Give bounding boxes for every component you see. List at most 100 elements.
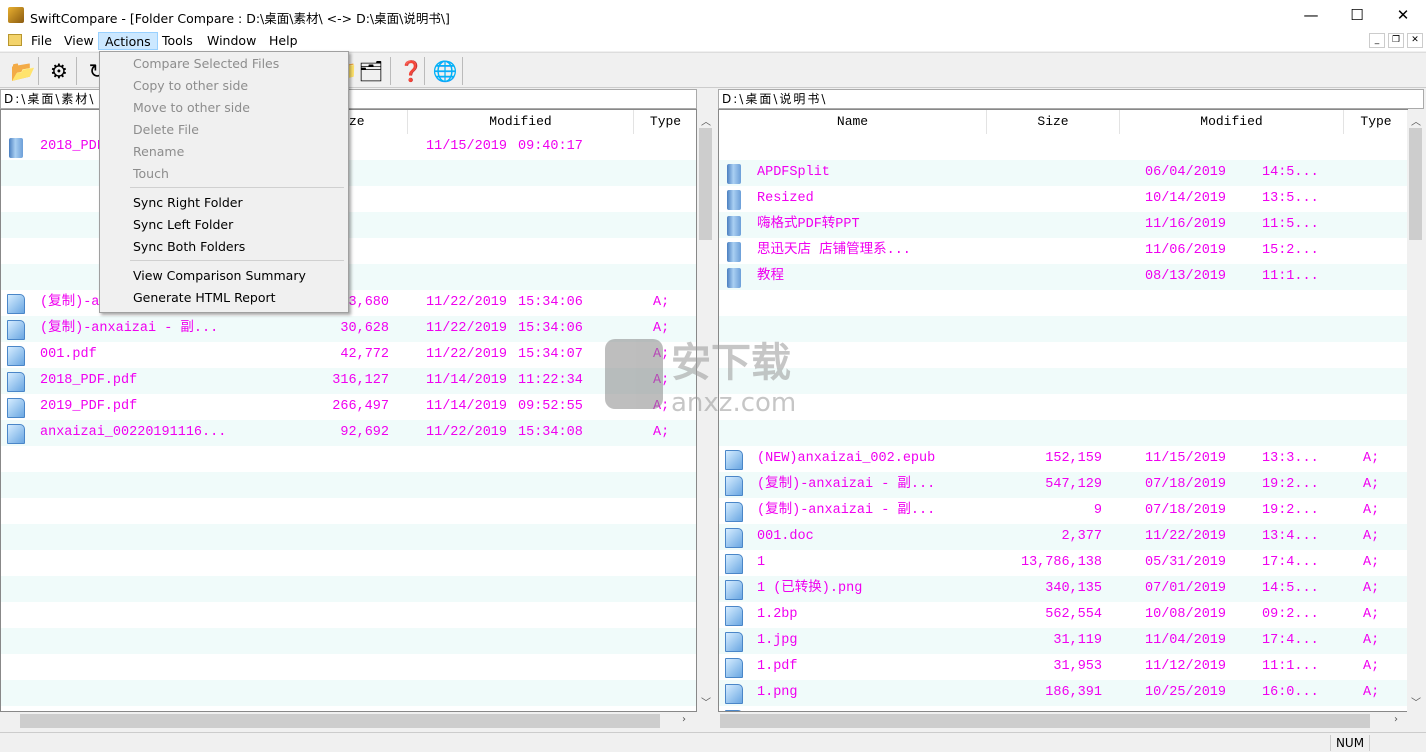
menu-item-touch: Touch [133, 166, 169, 181]
column-header-modified[interactable]: Modified [408, 110, 634, 134]
modified-time: 15:34:08 [518, 425, 583, 440]
sync-folder-button[interactable]: 🗂 [356, 57, 386, 85]
list-item[interactable]: 1.pdf 31,953 11/12/2019 11:1... A; [719, 654, 1407, 680]
list-item[interactable]: (NEW)anxaizai_002.epub 152,159 11/15/2019 1… [719, 446, 1407, 472]
file-type: A; [1363, 659, 1380, 674]
menu-help[interactable]: Help [263, 32, 304, 50]
menu-tools[interactable]: Tools [156, 32, 199, 50]
left-horizontal-scrollbar[interactable]: › [0, 712, 697, 730]
list-item[interactable]: Resized 10/14/2019 13:5... [719, 186, 1407, 212]
menu-window[interactable]: Window [201, 32, 262, 50]
file-icon [7, 320, 25, 340]
modified-time: 14:5... [1262, 581, 1319, 596]
file-icon [7, 398, 25, 418]
file-size: 31,953 [1053, 659, 1102, 674]
menu-item-sync-left-folder[interactable]: Sync Left Folder [133, 214, 233, 236]
file-name: APDFSplit [757, 165, 830, 180]
list-item[interactable]: 嗨格式PDF转PPT 11/16/2019 11:5... [719, 212, 1407, 238]
scroll-right-icon[interactable]: › [1394, 714, 1398, 725]
modified-time: 09:40:17 [518, 139, 583, 154]
column-header-size[interactable]: Size [987, 110, 1120, 134]
file-size: 42,772 [340, 347, 389, 362]
modified-date: 10/14/2019 [1145, 191, 1227, 206]
watermark-subtext: anxz.com [671, 388, 797, 418]
modified-date: 10/08/2019 [1145, 607, 1227, 622]
list-item[interactable]: APDFSplit 06/04/2019 14:5... [719, 160, 1407, 186]
list-item[interactable]: 1.jpg 31,119 11/04/2019 17:4... A; [719, 628, 1407, 654]
menu-item-compare-selected-files: Compare Selected Files [133, 56, 280, 71]
scroll-thumb[interactable] [699, 128, 712, 240]
right-vertical-scrollbar[interactable]: ︿ ﹀ [1407, 110, 1424, 712]
mdi-minimize-button[interactable]: _ [1369, 33, 1385, 48]
list-item[interactable]: 教程 08/13/2019 11:1... [719, 264, 1407, 290]
column-header-type[interactable]: Type [634, 110, 696, 134]
maximize-button[interactable]: ☐ [1334, 0, 1380, 31]
menu-item-move-to-other-side: Move to other side [133, 100, 250, 115]
column-header-modified[interactable]: Modified [1120, 110, 1344, 134]
menu-view[interactable]: View [58, 32, 100, 50]
file-icon [725, 606, 743, 626]
list-item[interactable]: 2019_PDF.pdf 266,497 11/14/2019 09:52:55 A; [1, 394, 696, 420]
menu-file[interactable]: File [25, 32, 58, 50]
menu-actions[interactable]: Actions [98, 32, 158, 50]
empty-row [1, 446, 696, 472]
file-size: 13,786,138 [1020, 555, 1102, 570]
watermark-text: 安下载 [671, 340, 791, 386]
file-icon [7, 346, 25, 366]
open-folder-button[interactable]: 📂 [8, 57, 38, 85]
column-header-type[interactable]: Type [1344, 110, 1407, 134]
file-name: 1.png [757, 685, 798, 700]
list-item[interactable]: 1 13,786,138 05/31/2019 17:4... A; [719, 550, 1407, 576]
right-horizontal-scrollbar[interactable]: › [718, 712, 1408, 730]
scroll-down-icon[interactable]: ﹀ [701, 694, 711, 709]
html-report-button[interactable]: 🌐 [430, 57, 460, 85]
empty-row [1, 602, 696, 628]
modified-time: 15:2... [1262, 243, 1319, 258]
file-size: 30,628 [340, 321, 389, 336]
list-item[interactable]: (复制)-anxaizai - 副... 30,628 11/22/2019 15:3… [1, 316, 696, 342]
mdi-restore-button[interactable]: ❐ [1388, 33, 1404, 48]
modified-time: 13:4... [1262, 529, 1319, 544]
list-item[interactable]: 1.png 186,391 10/25/2019 16:0... A; [719, 680, 1407, 706]
file-name: 001.pdf [40, 347, 97, 362]
menu-item-sync-both-folders[interactable]: Sync Both Folders [133, 236, 245, 258]
modified-date: 11/22/2019 [426, 321, 508, 336]
file-type: A; [1363, 685, 1380, 700]
modified-date: 11/22/2019 [426, 425, 508, 440]
list-item[interactable]: 001.pdf42,77211/22/201915:34:07A; [1, 342, 696, 368]
file-name: 思迅天店 店铺管理系... [757, 243, 911, 258]
help-book-icon: ❓ [398, 59, 424, 83]
modified-date: 11/22/2019 [426, 295, 508, 310]
scroll-right-icon[interactable]: › [682, 714, 686, 725]
file-size: 316,127 [332, 373, 389, 388]
file-icon [7, 294, 25, 314]
right-file-list[interactable]: Name Size Modified Type APDFSplit 06/04/2019 1… [718, 109, 1408, 712]
file-size: 152,159 [1045, 451, 1102, 466]
close-button[interactable]: ✕ [1380, 0, 1426, 31]
list-item[interactable]: 1.2bp 562,554 10/08/2019 09:2... A; [719, 602, 1407, 628]
menu-item-view-comparison-summary[interactable]: View Comparison Summary [133, 265, 306, 287]
file-size: 9 [1093, 503, 1102, 518]
settings-button[interactable]: ⚙ [44, 57, 74, 85]
file-size: 547,129 [1045, 477, 1102, 492]
column-header-name[interactable]: Name [719, 110, 987, 134]
list-item[interactable]: anxaizai_00220191116... 92,692 11/22/2019 1… [1, 420, 696, 446]
scroll-up-icon[interactable]: ︿ [701, 113, 711, 128]
scroll-up-icon[interactable]: ︿ [1411, 113, 1421, 128]
scroll-thumb[interactable] [20, 714, 660, 728]
folder-icon [9, 138, 23, 158]
list-item[interactable]: 思迅天店 店铺管理系... 11/06/2019 15:2... [719, 238, 1407, 264]
list-item[interactable]: 2018_PDF.pdf316,12711/14/201911:22:34A; [1, 368, 696, 394]
menu-item-sync-right-folder[interactable]: Sync Right Folder [133, 192, 243, 214]
list-item[interactable]: 1 (已转换).png 340,135 07/01/2019 14:5... A; [719, 576, 1407, 602]
scroll-down-icon[interactable]: ﹀ [1411, 694, 1421, 709]
menu-item-generate-html-report[interactable]: Generate HTML Report [133, 287, 276, 309]
scroll-thumb[interactable] [720, 714, 1370, 728]
list-item[interactable]: (复制)-anxaizai - 副... 9 07/18/2019 19:2... A; [719, 498, 1407, 524]
list-item[interactable]: (复制)-anxaizai - 副... 547,129 07/18/2019 19:… [719, 472, 1407, 498]
help-book-button[interactable]: ❓ [396, 57, 426, 85]
list-item[interactable]: 001.doc 2,377 11/22/2019 13:4... A; [719, 524, 1407, 550]
mdi-close-button[interactable]: ✕ [1407, 33, 1423, 48]
scroll-thumb[interactable] [1409, 128, 1422, 240]
minimize-button[interactable]: — [1288, 0, 1334, 31]
